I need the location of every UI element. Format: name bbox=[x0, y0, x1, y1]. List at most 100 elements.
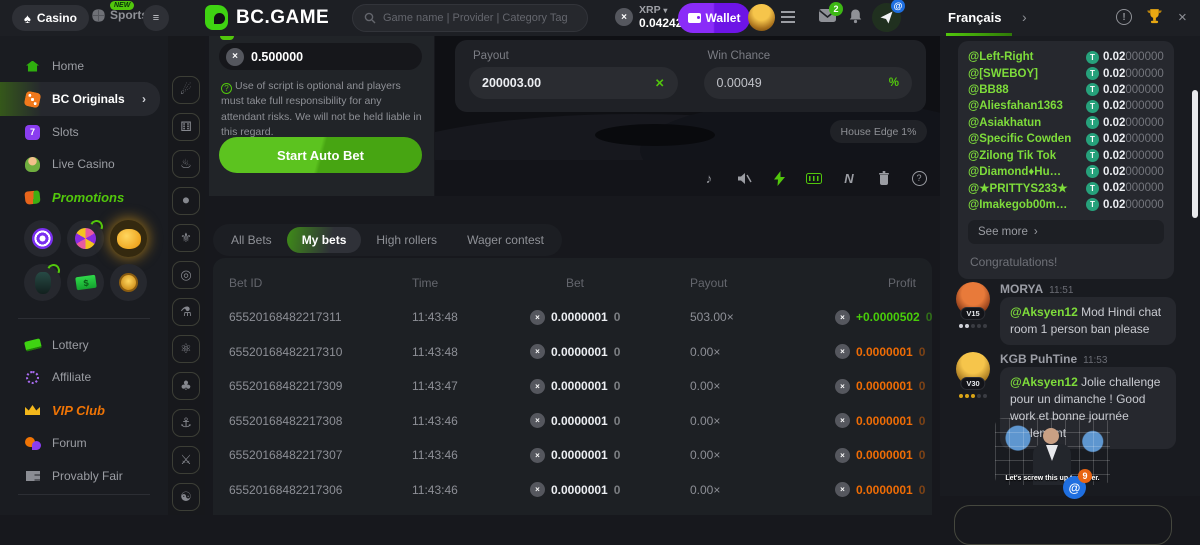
help-icon[interactable]: ? bbox=[910, 169, 928, 187]
user-avatar[interactable]: V15 bbox=[956, 282, 990, 316]
game-button[interactable]: ☯ bbox=[172, 483, 200, 511]
username[interactable]: @Imakegob00m… bbox=[968, 199, 1086, 211]
promo-bullseye[interactable] bbox=[24, 220, 61, 257]
sidebar-item-bc-originals[interactable]: BC Originals › bbox=[0, 82, 160, 116]
table-row[interactable]: 65520168482217306 11:43:46 ×0.00000010 0… bbox=[229, 473, 916, 508]
sidebar-item-promotions[interactable]: Promotions bbox=[0, 182, 168, 212]
promo-piggy-bank[interactable] bbox=[110, 220, 147, 257]
username[interactable]: @Specific Cowden bbox=[968, 133, 1086, 145]
start-auto-bet-button[interactable]: Start Auto Bet bbox=[219, 137, 422, 173]
chat-scrollbar[interactable] bbox=[1192, 90, 1198, 218]
game-button[interactable]: ⚔ bbox=[172, 446, 200, 474]
username[interactable]: @[SWEBOY] bbox=[968, 68, 1086, 80]
xrp-coin-icon: × bbox=[835, 344, 850, 359]
chat-close-button[interactable]: × bbox=[1178, 9, 1187, 26]
chat-room-active-indicator bbox=[946, 33, 1012, 36]
music-toggle-icon[interactable]: ♪ bbox=[700, 169, 718, 187]
chevron-right-icon: › bbox=[142, 92, 146, 106]
promo-coin-drop[interactable] bbox=[110, 264, 147, 301]
turbo-bolt-icon[interactable] bbox=[770, 169, 788, 187]
chat-room-tab[interactable]: Français bbox=[948, 10, 1001, 25]
table-row[interactable]: 65520168482217308 11:43:46 ×0.00000010 0… bbox=[229, 404, 916, 439]
username[interactable]: @Diamond♦Hu… bbox=[968, 166, 1086, 178]
trends-icon[interactable]: N bbox=[840, 169, 858, 187]
game-button[interactable]: ♣ bbox=[172, 372, 200, 400]
game-button[interactable]: ⚜ bbox=[172, 224, 200, 252]
sports-toggle[interactable]: Sports NEW bbox=[92, 8, 148, 22]
user-avatar[interactable]: V30 bbox=[956, 352, 990, 386]
sidebar-item-home[interactable]: Home bbox=[0, 51, 168, 81]
username[interactable]: @Left-Right bbox=[968, 51, 1086, 63]
tab-high-rollers[interactable]: High rollers bbox=[361, 227, 452, 253]
payout-label: Payout bbox=[473, 50, 678, 62]
tab-all-bets[interactable]: All Bets bbox=[216, 227, 287, 253]
username[interactable]: @Aliesfahan1363 bbox=[968, 100, 1086, 112]
table-row[interactable]: 65520168482217309 11:43:47 ×0.00000010 0… bbox=[229, 369, 916, 404]
table-row[interactable]: 65520168482217307 11:43:46 ×0.00000010 0… bbox=[229, 438, 916, 473]
bet-id: 65520168482217307 bbox=[229, 448, 412, 462]
sound-toggle-icon[interactable] bbox=[735, 169, 753, 187]
sidebar-item-lottery[interactable]: Lottery bbox=[0, 330, 168, 360]
brand-logo[interactable]: BC.GAME bbox=[205, 5, 329, 30]
promo-cash[interactable]: $ bbox=[67, 264, 104, 301]
bet-payout: 503.00× bbox=[690, 310, 835, 324]
chat-image-message[interactable]: Let's screw this up together. bbox=[995, 418, 1110, 485]
home-icon bbox=[24, 58, 41, 75]
user-avatar[interactable] bbox=[748, 4, 775, 31]
message-time: 11:51 bbox=[1049, 285, 1073, 296]
table-row[interactable]: 65520168482217311 11:43:48 ×0.00000010 5… bbox=[229, 300, 916, 335]
game-limbo-button[interactable]: ◎ bbox=[172, 261, 200, 289]
table-row[interactable]: 65520168482217310 11:43:48 ×0.00000010 0… bbox=[229, 335, 916, 370]
username[interactable]: @Asiakhatun bbox=[968, 117, 1086, 129]
tab-wager-contest[interactable]: Wager contest bbox=[452, 227, 559, 253]
chat-username[interactable]: MORYA11:51 bbox=[1000, 282, 1073, 296]
game-search[interactable] bbox=[352, 4, 588, 32]
casino-toggle[interactable]: ♠ Casino bbox=[12, 5, 89, 31]
payout-input[interactable]: 200003.00 ✕ bbox=[469, 67, 678, 99]
piggy-bank-icon bbox=[117, 229, 141, 249]
sidebar-item-forum[interactable]: Forum bbox=[0, 428, 168, 458]
seed-cup-icon[interactable] bbox=[875, 169, 893, 187]
sidebar-item-label: Slots bbox=[52, 125, 79, 139]
game-crash-button[interactable]: ☄ bbox=[172, 76, 200, 104]
sidebar-item-label: Home bbox=[52, 59, 84, 73]
game-button[interactable]: ⚫ bbox=[172, 187, 200, 215]
chat-rules-button[interactable]: ! bbox=[1116, 9, 1132, 25]
sidebar-item-provably-fair[interactable]: Provably Fair bbox=[0, 461, 168, 491]
promo-prize-wheel[interactable] bbox=[67, 220, 104, 257]
tab-my-bets[interactable]: My bets bbox=[287, 227, 362, 253]
rain-amount: 0.02000000 bbox=[1103, 133, 1164, 145]
mention-link[interactable]: @Aksyen12 bbox=[1010, 305, 1078, 319]
username[interactable]: @Zilong Tik Tok bbox=[968, 150, 1086, 162]
game-dice-button[interactable]: ⚅ bbox=[172, 113, 200, 141]
profile-menu-icon[interactable] bbox=[781, 11, 795, 23]
xrp-coin-icon: × bbox=[226, 48, 244, 66]
chat-room-chevron-icon[interactable]: › bbox=[1022, 9, 1027, 25]
game-button[interactable]: ⚛ bbox=[172, 335, 200, 363]
see-more-button[interactable]: See more› bbox=[968, 220, 1164, 244]
game-button[interactable]: ⚓ bbox=[172, 409, 200, 437]
username[interactable]: @★PRITTYS233★ bbox=[968, 181, 1086, 195]
sidebar-item-vip-club[interactable]: VIP Club bbox=[0, 395, 168, 425]
notifications-button[interactable] bbox=[848, 8, 863, 29]
game-button[interactable]: ♨ bbox=[172, 150, 200, 178]
username[interactable]: @BB88 bbox=[968, 84, 1086, 96]
search-input[interactable] bbox=[383, 12, 573, 24]
wallet-button[interactable]: Wallet bbox=[678, 3, 750, 33]
sidebar-item-label: Promotions bbox=[52, 190, 124, 205]
bet-amount-input[interactable]: × 0.500000 bbox=[219, 43, 422, 70]
win-chance-input[interactable]: 0.00049 % bbox=[704, 67, 913, 99]
chat-toggle-button[interactable]: @ bbox=[872, 3, 901, 32]
nav-more-button[interactable]: ≡ bbox=[143, 5, 169, 31]
sidebar-item-live-casino[interactable]: Live Casino bbox=[0, 149, 168, 179]
promo-rocket[interactable] bbox=[24, 264, 61, 301]
chat-input[interactable] bbox=[954, 505, 1172, 545]
inbox-button[interactable]: 2 bbox=[818, 8, 837, 28]
game-button[interactable]: ⚗ bbox=[172, 298, 200, 326]
chat-username[interactable]: KGB PuhTine11:53 bbox=[1000, 352, 1107, 366]
sidebar-item-affiliate[interactable]: Affiliate bbox=[0, 362, 168, 392]
hotkeys-keyboard-icon[interactable] bbox=[805, 169, 823, 187]
mention-link[interactable]: @Aksyen12 bbox=[1010, 375, 1078, 389]
sidebar-item-slots[interactable]: 7 Slots bbox=[0, 117, 168, 147]
chat-contest-button[interactable] bbox=[1146, 8, 1163, 28]
